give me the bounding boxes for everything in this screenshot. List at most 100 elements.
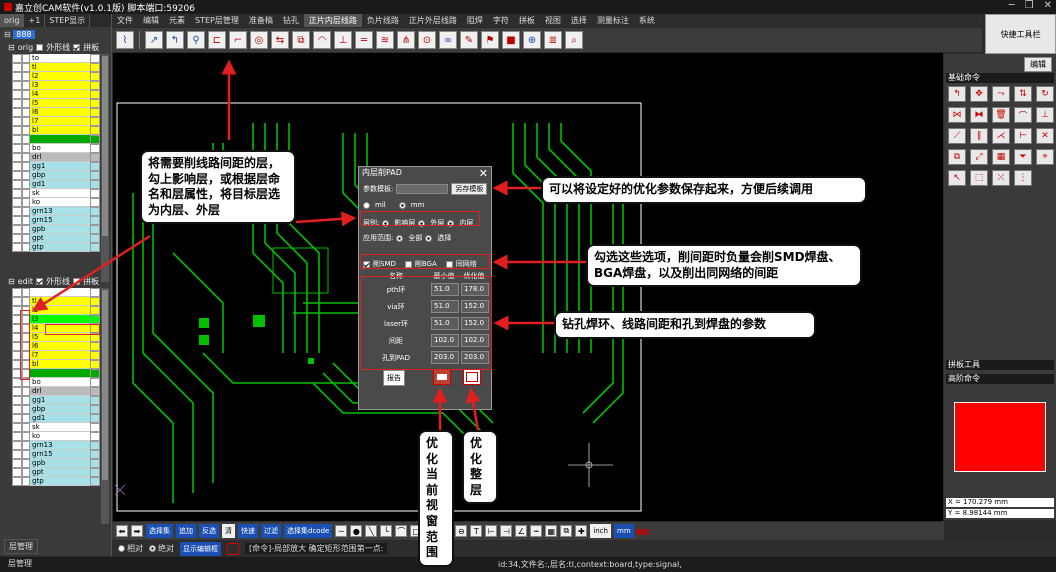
layer-row[interactable]: gbp xyxy=(12,405,100,414)
layer-visible-checkbox[interactable] xyxy=(22,144,30,153)
minus-tool-icon[interactable]: ⊖ xyxy=(455,525,468,537)
layer-row[interactable]: gg1 xyxy=(12,162,100,171)
optimize-layer-button[interactable] xyxy=(463,369,481,385)
layer-row[interactable]: to xyxy=(12,54,100,63)
layer-row[interactable]: l5 xyxy=(12,99,100,108)
layer-color-swatch[interactable] xyxy=(90,126,100,135)
job-node[interactable]: 888 xyxy=(13,30,35,39)
layer-affect-checkbox[interactable] xyxy=(12,54,22,63)
layer-row[interactable]: grn13 xyxy=(12,207,100,216)
ring-icon[interactable]: ◎ xyxy=(250,31,268,49)
layer-row[interactable]: drl xyxy=(12,387,100,396)
report-button[interactable]: 报告 xyxy=(383,370,405,386)
layer-color-swatch[interactable] xyxy=(90,396,100,405)
layer-visible-checkbox[interactable] xyxy=(22,180,30,189)
layer-name[interactable]: grn15 xyxy=(30,216,90,225)
layer-color-swatch[interactable] xyxy=(90,225,100,234)
tab-step-display[interactable]: STEP显示 xyxy=(45,14,91,27)
layer-color-swatch[interactable] xyxy=(90,234,100,243)
corner-icon[interactable]: ⌐ xyxy=(229,31,247,49)
wave-icon[interactable]: ≋ xyxy=(376,31,394,49)
layer-name[interactable]: gg1 xyxy=(30,396,90,405)
move-icon[interactable]: ✥ xyxy=(970,86,988,102)
layer-row[interactable]: gpt xyxy=(12,468,100,477)
layer-affect-checkbox[interactable] xyxy=(12,216,22,225)
layer-visible-checkbox[interactable] xyxy=(22,135,30,144)
bend-icon[interactable]: ↰ xyxy=(948,86,966,102)
layer-color-swatch[interactable] xyxy=(90,405,100,414)
layer-name[interactable]: bl xyxy=(30,360,90,369)
layer-color-swatch[interactable] xyxy=(90,441,100,450)
layer-affect-checkbox[interactable] xyxy=(12,441,22,450)
layer-row[interactable]: grn15 xyxy=(12,216,100,225)
pen-icon[interactable]: ↗ xyxy=(145,31,163,49)
layer-visible-checkbox[interactable] xyxy=(22,216,30,225)
parallel-icon[interactable]: ∥ xyxy=(970,128,988,144)
dim-tool-icon[interactable]: ⊣ xyxy=(500,525,513,537)
layer-visible-checkbox[interactable] xyxy=(22,198,30,207)
quick-button[interactable]: 快速 xyxy=(238,524,258,538)
layer-affect-checkbox[interactable] xyxy=(12,63,22,72)
layer-affect-checkbox[interactable] xyxy=(12,396,22,405)
split-icon[interactable]: ⋌ xyxy=(992,128,1010,144)
menu-item-7[interactable]: 负片线路 xyxy=(362,14,404,27)
square-icon[interactable]: ■ xyxy=(502,31,520,49)
outline-checkbox[interactable] xyxy=(36,278,44,285)
layer-affect-checkbox[interactable] xyxy=(12,288,22,297)
layer-name[interactable] xyxy=(30,288,90,297)
layer-affect-checkbox[interactable] xyxy=(12,459,22,468)
layer-row[interactable]: bl xyxy=(12,126,100,135)
dash-tool-icon[interactable]: ┅ xyxy=(530,525,543,537)
menu-item-3[interactable]: STEP层管理 xyxy=(190,14,244,27)
layer-color-swatch[interactable] xyxy=(90,450,100,459)
layer-color-swatch[interactable] xyxy=(90,477,100,486)
route-icon[interactable]: ⤳ xyxy=(992,86,1010,102)
scale-icon[interactable]: ⤢ xyxy=(970,149,988,165)
menu-item-1[interactable]: 编辑 xyxy=(138,14,164,27)
layer-row[interactable]: grn15 xyxy=(12,450,100,459)
layer-color-swatch[interactable] xyxy=(90,459,100,468)
break-icon[interactable]: ⤫ xyxy=(992,170,1010,186)
layer-name[interactable]: bo xyxy=(30,378,90,387)
layer-visible-checkbox[interactable] xyxy=(22,396,30,405)
snap-icon[interactable]: ⌖ xyxy=(1036,149,1054,165)
layer-visible-checkbox[interactable] xyxy=(22,477,30,486)
close-icon[interactable]: ✕ xyxy=(1044,0,1052,11)
layer-row[interactable]: gpb xyxy=(12,459,100,468)
line-tool-icon[interactable]: ─ xyxy=(335,525,348,537)
layer-color-swatch[interactable] xyxy=(90,144,100,153)
orig-scrollbar[interactable] xyxy=(101,54,109,282)
layer-name[interactable]: gd1 xyxy=(30,414,90,423)
layer-color-swatch[interactable] xyxy=(90,468,100,477)
layer-name[interactable]: grn13 xyxy=(30,441,90,450)
layer-color-swatch[interactable] xyxy=(90,288,100,297)
menu-item-9[interactable]: 阻焊 xyxy=(462,14,488,27)
layer-name[interactable]: grn15 xyxy=(30,450,90,459)
clear-button[interactable]: 清 xyxy=(222,524,235,538)
align-icon[interactable]: ⊥ xyxy=(1036,107,1054,123)
layer-color-swatch[interactable] xyxy=(90,63,100,72)
layer-affect-checkbox[interactable] xyxy=(12,414,22,423)
layer-name[interactable]: drl xyxy=(30,387,90,396)
unit-inch-button[interactable]: inch xyxy=(590,524,611,538)
select-dcode-button[interactable]: 选择集dcode xyxy=(284,524,333,538)
layer-visible-checkbox[interactable] xyxy=(22,450,30,459)
layer-name[interactable]: ko xyxy=(30,198,90,207)
layer-name[interactable]: l2 xyxy=(30,306,90,315)
layer-name[interactable]: tl xyxy=(30,297,90,306)
arrow-right-icon[interactable]: ➡ xyxy=(131,525,143,537)
layer-color-swatch[interactable] xyxy=(90,162,100,171)
layer-name[interactable]: gtp xyxy=(30,243,90,252)
invert-select-button[interactable]: 反选 xyxy=(199,524,219,538)
layer-color-swatch[interactable] xyxy=(90,72,100,81)
layer-affect-checkbox[interactable] xyxy=(12,225,22,234)
layer-name[interactable]: l5 xyxy=(30,99,90,108)
layer-visible-checkbox[interactable] xyxy=(22,459,30,468)
layer-row[interactable]: ko xyxy=(12,432,100,441)
layer-affect-checkbox[interactable] xyxy=(12,423,22,432)
layer-color-swatch[interactable] xyxy=(90,243,100,252)
panel-checkbox[interactable] xyxy=(73,44,81,51)
cross-tool-icon[interactable]: ✚ xyxy=(575,525,588,537)
layer-color-swatch[interactable] xyxy=(90,54,100,63)
measure-tool-icon[interactable]: ⊢ xyxy=(485,525,498,537)
